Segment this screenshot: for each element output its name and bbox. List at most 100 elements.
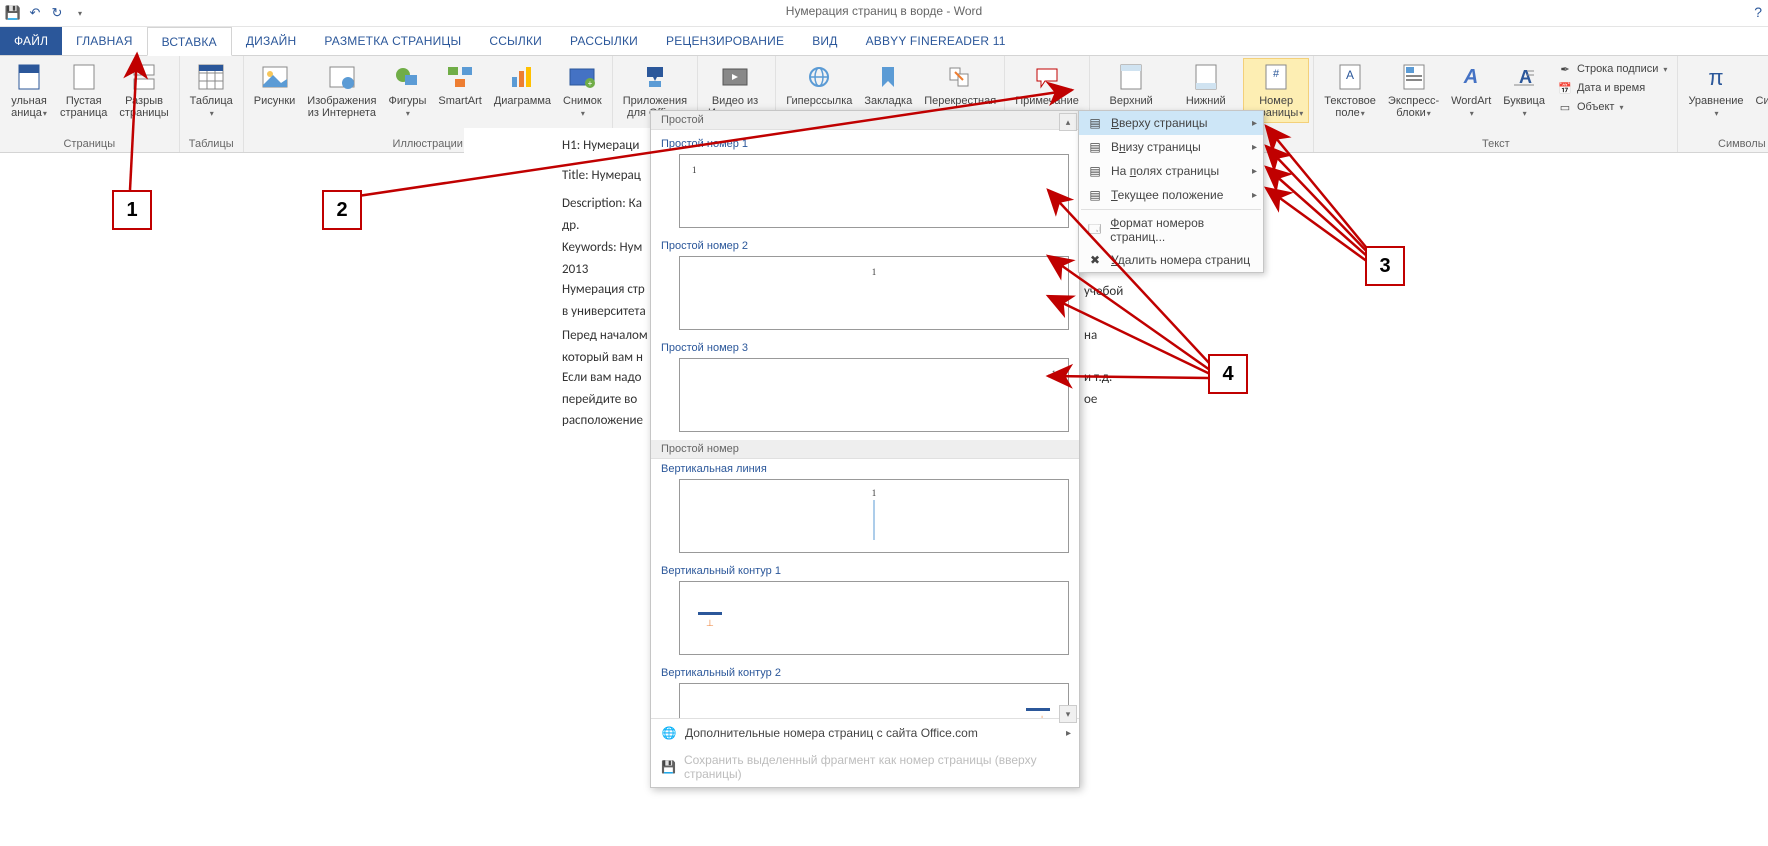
shapes-icon xyxy=(393,65,421,89)
bookmark-icon xyxy=(878,65,898,89)
pn-format[interactable]: 🗔Формат номеров страниц... xyxy=(1079,212,1263,248)
pn-top-of-page[interactable]: ▤Вверху страницы▸ xyxy=(1079,111,1263,135)
group-label-tables: Таблицы xyxy=(184,136,239,152)
chart-icon xyxy=(508,65,536,89)
page-number-menu: ▤Вверху страницы▸ ▤Внизу страницы▸ ▤На п… xyxy=(1078,110,1264,273)
svg-text:π: π xyxy=(1708,65,1723,89)
tab-references[interactable]: ССЫЛКИ xyxy=(475,27,556,55)
gallery-item-title: Простой номер 3 xyxy=(651,338,1079,356)
svg-text:#: # xyxy=(1273,68,1280,80)
page-number-icon: # xyxy=(1264,63,1288,91)
group-label-pages: Страницы xyxy=(4,136,175,152)
quick-parts-icon xyxy=(1402,63,1426,91)
page-break-button[interactable]: Разрывстраницы xyxy=(113,58,174,122)
callout-3: 3 xyxy=(1365,246,1405,286)
symbol-icon: Ω xyxy=(1761,65,1768,89)
gallery-preview-3[interactable]: 1 xyxy=(679,358,1069,432)
signature-icon: ✒ xyxy=(1557,61,1573,77)
tab-abbyy[interactable]: ABBYY FineReader 11 xyxy=(852,27,1020,55)
doc-line: учебой xyxy=(1084,282,1564,302)
cover-page-button[interactable]: ульнаяаница▾ xyxy=(4,58,54,123)
page-bottom-icon: ▤ xyxy=(1087,139,1103,155)
group-label-text: Текст xyxy=(1318,136,1673,152)
gallery-item-title: Простой номер 2 xyxy=(651,236,1079,254)
save-icon[interactable]: 💾 xyxy=(6,6,20,20)
group-text: AТекстовоеполе▾ Экспресс-блоки▾ AWordArt… xyxy=(1314,56,1678,152)
tab-insert[interactable]: ВСТАВКА xyxy=(147,27,232,56)
tab-view[interactable]: ВИД xyxy=(798,27,851,55)
comment-button[interactable]: Примечание xyxy=(1009,58,1085,110)
symbol-button[interactable]: ΩСимвол▾ xyxy=(1750,58,1768,123)
smartart-icon xyxy=(446,65,474,89)
gallery-item-title: Вертикальный контур 2 xyxy=(651,663,1079,681)
ribbon-tabs: ФАЙЛ ГЛАВНАЯ ВСТАВКА ДИЗАЙН РАЗМЕТКА СТР… xyxy=(0,27,1768,56)
gallery-preview-2[interactable]: 1 xyxy=(679,256,1069,330)
tab-mailings[interactable]: РАССЫЛКИ xyxy=(556,27,652,55)
gallery-preview-6[interactable]: ⊥ xyxy=(679,683,1069,718)
shapes-button[interactable]: Фигуры▾ xyxy=(382,58,432,123)
doc-line: на xyxy=(1084,326,1564,346)
undo-icon[interactable]: ↶ xyxy=(28,6,42,20)
group-pages: ульнаяаница▾ Пустаястраница Разрывстрани… xyxy=(0,56,180,152)
group-label-sym: Символы xyxy=(1682,136,1768,152)
table-button[interactable]: Таблица▾ xyxy=(184,58,239,123)
smartart-button[interactable]: SmartArt xyxy=(432,58,487,110)
group-symbols: πУравнение▾ ΩСимвол▾ Символы xyxy=(1678,56,1768,152)
gallery-body[interactable]: ▴ Простой номер 1 1 Простой номер 2 1 Пр… xyxy=(651,130,1079,718)
hyperlink-icon xyxy=(805,65,833,89)
textbox-button[interactable]: AТекстовоеполе▾ xyxy=(1318,58,1382,123)
cross-reference-icon xyxy=(947,65,971,89)
chart-button[interactable]: Диаграмма xyxy=(488,58,557,110)
pictures-button[interactable]: Рисунки xyxy=(248,58,302,110)
redo-icon[interactable]: ↻ xyxy=(50,6,64,20)
tab-review[interactable]: РЕЦЕНЗИРОВАНИЕ xyxy=(652,27,798,55)
app-title: Нумерация страниц в ворде - Word xyxy=(786,4,982,18)
svg-text:+: + xyxy=(588,79,593,88)
gallery-more-office[interactable]: 🌐Дополнительные номера страниц с сайта O… xyxy=(651,719,1079,747)
gallery-item-title: Вертикальная линия xyxy=(651,459,1079,477)
tab-file[interactable]: ФАЙЛ xyxy=(0,27,62,55)
callout-2: 2 xyxy=(322,190,362,230)
pn-remove[interactable]: ✖Удалить номера страниц xyxy=(1079,248,1263,272)
qat-customize-icon[interactable]: ▾ xyxy=(73,6,87,20)
screenshot-button[interactable]: +Снимок▾ xyxy=(557,58,608,123)
table-icon xyxy=(197,63,225,91)
gallery-preview-5[interactable]: ⊥ xyxy=(679,581,1069,655)
footer-icon xyxy=(1194,63,1218,91)
date-icon: 📅 xyxy=(1557,80,1573,96)
gallery-save-selection: 💾Сохранить выделенный фрагмент как номер… xyxy=(651,747,1079,787)
object-button[interactable]: ▭Объект▾ xyxy=(1555,98,1669,116)
gallery-header: Простой xyxy=(651,111,1079,130)
comment-icon xyxy=(1033,65,1061,89)
gallery-preview-4[interactable]: 1 xyxy=(679,479,1069,553)
equation-button[interactable]: πУравнение▾ xyxy=(1682,58,1749,123)
bookmark-button[interactable]: Закладка xyxy=(858,58,918,110)
help-icon[interactable]: ? xyxy=(1754,4,1762,20)
callout-4: 4 xyxy=(1208,354,1248,394)
gallery-item-title: Простой номер 1 xyxy=(651,134,1079,152)
current-pos-icon: ▤ xyxy=(1087,187,1103,203)
pn-current-position[interactable]: ▤Текущее положение▸ xyxy=(1079,183,1263,207)
svg-text:A: A xyxy=(1463,66,1478,88)
remove-icon: ✖ xyxy=(1087,252,1103,268)
wordart-button[interactable]: AWordArt▾ xyxy=(1445,58,1497,123)
tab-layout[interactable]: РАЗМЕТКА СТРАНИЦЫ xyxy=(310,27,475,55)
group-tables: Таблица▾ Таблицы xyxy=(180,56,244,152)
doc-line: и т.д. xyxy=(1084,368,1564,388)
pn-bottom-of-page[interactable]: ▤Внизу страницы▸ xyxy=(1079,135,1263,159)
date-time-button[interactable]: 📅Дата и время xyxy=(1555,79,1669,97)
gallery-scroll-up[interactable]: ▴ xyxy=(1059,130,1077,131)
gallery-preview-1[interactable]: 1 xyxy=(679,154,1069,228)
signature-line-button[interactable]: ✒Строка подписи▾ xyxy=(1555,60,1669,78)
tab-home[interactable]: ГЛАВНАЯ xyxy=(62,27,146,55)
doc-line: ое xyxy=(1084,390,1564,410)
hyperlink-button[interactable]: Гиперссылка xyxy=(780,58,858,110)
pn-page-margins[interactable]: ▤На полях страницы▸ xyxy=(1079,159,1263,183)
gallery-scroll-down[interactable]: ▾ xyxy=(1059,705,1077,718)
quick-parts-button[interactable]: Экспресс-блоки▾ xyxy=(1382,58,1445,123)
online-pictures-button[interactable]: Изображенияиз Интернета xyxy=(301,58,382,122)
blank-page-button[interactable]: Пустаястраница xyxy=(54,58,113,122)
tab-design[interactable]: ДИЗАЙН xyxy=(232,27,311,55)
dropcap-button[interactable]: AБуквица▾ xyxy=(1497,58,1551,123)
menu-separator xyxy=(1081,209,1261,210)
